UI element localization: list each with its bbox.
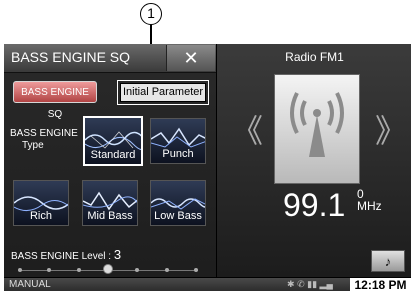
close-button[interactable]: ✕ <box>166 45 215 71</box>
slider-step <box>165 268 169 272</box>
preset-label: Low Bass <box>154 210 202 222</box>
type-label-line1: BASS ENGINE <box>10 128 78 139</box>
head-unit-screen: BASS ENGINE SQ ✕ BASS ENGINE SQ Initial … <box>4 44 411 291</box>
slider-step <box>47 268 51 272</box>
phone-icon: ✆ <box>297 279 305 289</box>
tab-initial-parameter-label: Initial Parameter <box>120 83 206 102</box>
frequency-unit-mhz: MHz <box>357 199 382 213</box>
panel-title-bar: BASS ENGINE SQ ✕ <box>4 44 216 73</box>
radio-panel: Radio FM1 《 》 99.1 0 MHz ♪ <box>216 44 411 291</box>
slider-step <box>77 268 81 272</box>
callout-marker: 1 <box>140 3 162 25</box>
chevron-left-icon[interactable]: 《 <box>231 106 263 152</box>
slider-knob[interactable] <box>103 264 113 274</box>
music-note-icon: ♪ <box>384 254 392 269</box>
preset-low-bass[interactable]: Low Bass <box>150 180 206 226</box>
preset-label: Rich <box>29 210 52 222</box>
tab-initial-parameter[interactable]: Initial Parameter <box>117 80 209 105</box>
slider-step <box>18 268 22 272</box>
radio-album-art <box>274 74 360 184</box>
status-mode: MANUAL <box>9 279 51 290</box>
close-icon: ✕ <box>183 48 199 68</box>
preset-punch[interactable]: Punch <box>150 118 206 164</box>
preset-mid-bass[interactable]: Mid Bass <box>82 180 138 226</box>
preset-label: Punch <box>162 148 194 160</box>
battery-icon: ▮▮ <box>307 279 318 289</box>
type-label-line2: Type <box>22 140 44 151</box>
status-bar: MANUAL ✱ ✆ ▮▮ ▂▄ 12:18 PM <box>4 277 411 291</box>
level-slider[interactable] <box>18 264 198 276</box>
type-label: BASS ENGINE Type <box>10 128 78 152</box>
slider-step <box>135 268 139 272</box>
bass-engine-panel: BASS ENGINE SQ ✕ BASS ENGINE SQ Initial … <box>4 44 216 291</box>
panel-title: BASS ENGINE SQ <box>11 49 131 65</box>
frequency-unit: 0 MHz <box>357 188 382 212</box>
level-label: BASS ENGINE Level : 3 <box>11 247 121 262</box>
preset-standard[interactable]: Standard <box>83 116 143 166</box>
status-icons: ✱ ✆ ▮▮ ▂▄ <box>287 279 333 290</box>
signal-icon: ▂▄ <box>319 279 333 289</box>
preset-rich[interactable]: Rich <box>13 180 69 226</box>
radio-title: Radio FM1 <box>285 50 344 64</box>
bluetooth-icon: ✱ <box>287 279 295 289</box>
audio-source-button[interactable]: ♪ <box>371 250 405 272</box>
frequency-display: 99.1 <box>283 187 346 223</box>
chevron-right-icon[interactable]: 》 <box>375 106 407 152</box>
tab-bass-engine-sq[interactable]: BASS ENGINE SQ <box>13 81 97 120</box>
level-label-text: BASS ENGINE Level : <box>11 251 114 262</box>
level-value: 3 <box>113 247 122 262</box>
radio-antenna-icon <box>290 92 344 157</box>
clock: 12:18 PM <box>350 278 411 291</box>
preset-label: Standard <box>90 149 136 161</box>
slider-step <box>194 268 198 272</box>
preset-label: Mid Bass <box>87 210 133 222</box>
